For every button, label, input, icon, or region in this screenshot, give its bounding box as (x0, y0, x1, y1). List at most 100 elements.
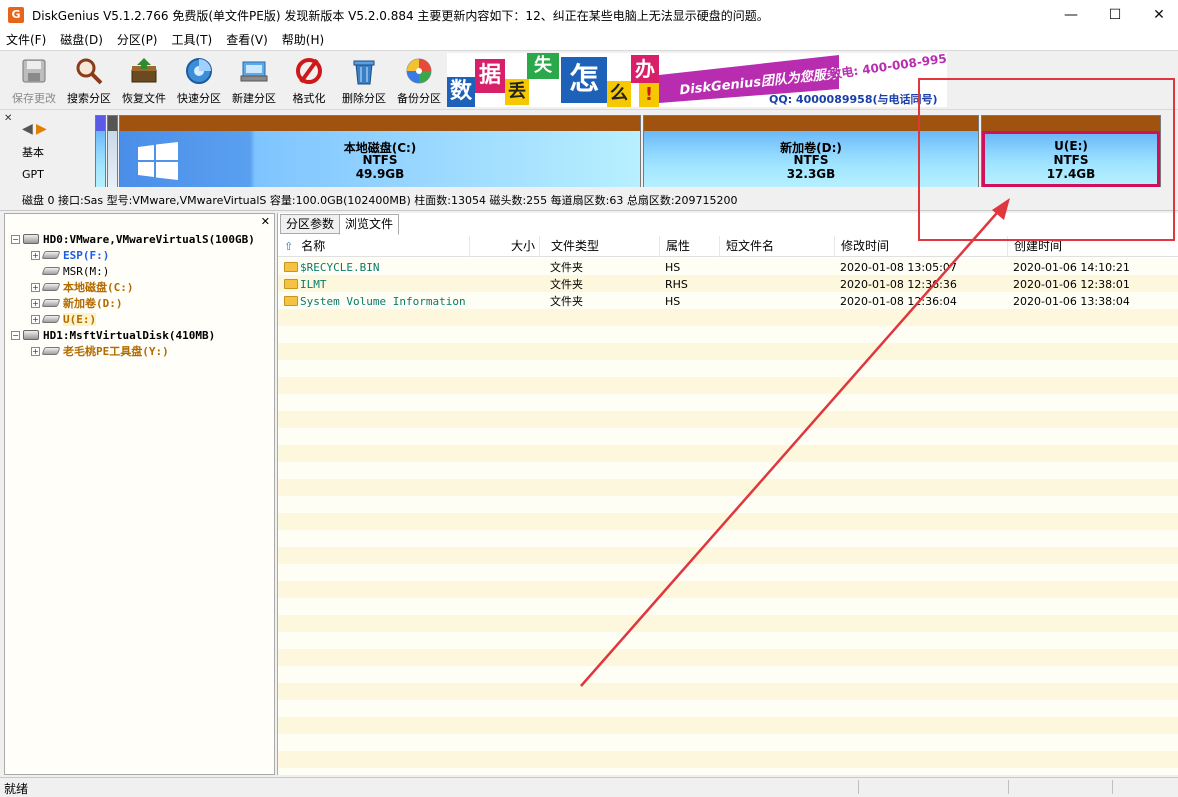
disk-map-area: ✕ ◀ ▶ 基本 GPT 本地磁盘(C:) NTFS 49.9GB 新加卷(D:… (0, 111, 1178, 211)
close-diskmap-icon[interactable]: ✕ (4, 113, 12, 124)
column-size[interactable]: 大小 (470, 236, 540, 257)
new-partition-button[interactable]: 新建分区 (226, 55, 282, 109)
tree-item-d[interactable]: + 新加卷(D:) (31, 295, 123, 311)
menu-tools[interactable]: 工具(T) (165, 30, 220, 50)
banner-ad-panel: DiskGenius团队为您服务 致电: 400-008-9958 QQ: 40… (659, 53, 947, 107)
minimize-button[interactable]: — (1048, 0, 1094, 30)
trash-icon (348, 55, 380, 87)
file-created: 2020-01-06 13:38:04 (1013, 295, 1130, 308)
menu-view[interactable]: 查看(V) (219, 30, 275, 50)
disk-tree-pane: ✕ − HD0:VMware,VMwareVirtualS(100GB) + E… (4, 213, 275, 775)
file-attr: RHS (665, 278, 688, 291)
file-modified: 2020-01-08 12:36:36 (840, 278, 957, 291)
partition-e-size: 17.4GB (1046, 167, 1096, 181)
tree-item-e[interactable]: + U(E:) (31, 311, 97, 327)
partition-d[interactable]: 新加卷(D:) NTFS 32.3GB (643, 115, 979, 187)
column-name[interactable]: ⇧ 名称 (278, 236, 470, 257)
tree-item-c[interactable]: + 本地磁盘(C:) (31, 279, 134, 295)
file-type: 文件夹 (550, 295, 583, 308)
status-bar: 就绪 (0, 777, 1178, 796)
column-type[interactable]: 文件类型 (545, 236, 660, 257)
tree-item-hd1[interactable]: − HD1:MsftVirtualDisk(410MB) (11, 327, 215, 343)
search-partition-label: 搜索分区 (67, 92, 111, 105)
app-icon: G (8, 7, 24, 23)
expand-icon[interactable]: + (31, 314, 40, 324)
format-button[interactable]: 格式化 (281, 55, 337, 109)
column-short-name[interactable]: 短文件名 (720, 236, 835, 257)
tree-item-label: U(E:) (63, 312, 97, 326)
maximize-button[interactable]: ☐ (1092, 0, 1138, 30)
table-row[interactable]: ILMT 文件夹 RHS 2020-01-08 12:36:36 2020-01… (278, 276, 1178, 293)
status-text: 就绪 (4, 782, 29, 796)
search-partition-button[interactable]: 搜索分区 (61, 55, 117, 109)
file-name: $RECYCLE.BIN (284, 259, 379, 276)
table-row[interactable]: $RECYCLE.BIN 文件夹 HS 2020-01-08 13:05:07 … (278, 259, 1178, 276)
file-name: ILMT (284, 276, 327, 293)
collapse-icon[interactable]: − (11, 330, 20, 340)
partition-c[interactable]: 本地磁盘(C:) NTFS 49.9GB (119, 115, 641, 187)
up-folder-icon[interactable]: ⇧ (284, 240, 293, 253)
file-created: 2020-01-06 14:10:21 (1013, 261, 1130, 274)
file-created: 2020-01-06 12:38:01 (1013, 278, 1130, 291)
hard-disk-icon (23, 330, 39, 340)
title-bar: G DiskGenius V5.1.2.766 免费版(单文件PE版) 发现新版… (0, 0, 1178, 30)
file-type: 文件夹 (550, 261, 583, 274)
banner-tile: 数 (447, 77, 475, 107)
tree-item-msr[interactable]: MSR(M:) (31, 263, 109, 279)
table-row[interactable]: System Volume Information 文件夹 HS 2020-01… (278, 293, 1178, 310)
format-label: 格式化 (292, 92, 326, 105)
expand-icon[interactable]: + (31, 282, 40, 292)
save-changes-button[interactable]: 保存更改 (6, 55, 62, 109)
quick-partition-button[interactable]: 快速分区 (171, 55, 227, 109)
column-attr[interactable]: 属性 (660, 236, 720, 257)
disk-style-label: GPT (22, 168, 44, 181)
recover-icon (128, 55, 160, 87)
tree-item-label: HD1:MsftVirtualDisk(410MB) (43, 328, 216, 342)
close-button[interactable]: ✕ (1136, 0, 1178, 30)
collapse-icon[interactable]: − (11, 234, 20, 244)
tree-item-label: HD0:VMware,VMwareVirtualS(100GB) (43, 232, 255, 246)
recover-files-button[interactable]: 恢复文件 (116, 55, 172, 109)
file-list: $RECYCLE.BIN 文件夹 HS 2020-01-08 13:05:07 … (278, 258, 1178, 775)
tree-item-y[interactable]: + 老毛桃PE工具盘(Y:) (31, 343, 169, 359)
file-name: System Volume Information (284, 293, 466, 310)
menu-disk[interactable]: 磁盘(D) (53, 30, 110, 50)
partition-msr[interactable] (107, 115, 118, 187)
tree-item-label: MSR(M:) (63, 264, 110, 278)
ad-banner[interactable]: 数 据 丢 失 怎 么 办 ! DiskGenius团队为您服务 致电: 400… (447, 53, 947, 107)
expand-icon[interactable]: + (31, 346, 40, 356)
partition-c-fs: NTFS (362, 153, 398, 167)
menu-help[interactable]: 帮助(H) (275, 30, 331, 50)
tree-item-hd0[interactable]: − HD0:VMware,VMwareVirtualS(100GB) (11, 231, 255, 247)
tab-partition-params[interactable]: 分区参数 (280, 214, 341, 234)
partition-e[interactable]: U(E:) NTFS 17.4GB (981, 115, 1161, 187)
menu-file[interactable]: 文件(F) (0, 30, 53, 50)
tree-item-label: 本地磁盘(C:) (63, 281, 134, 294)
tab-browse-files[interactable]: 浏览文件 (339, 214, 400, 235)
column-modified[interactable]: 修改时间 (835, 236, 1008, 257)
backup-partition-button[interactable]: 备份分区 (391, 55, 447, 109)
banner-tile: 失 (527, 53, 559, 79)
menu-partition[interactable]: 分区(P) (110, 30, 165, 50)
next-disk-icon[interactable]: ▶ (36, 121, 47, 137)
file-attr: HS (665, 295, 681, 308)
expand-icon[interactable]: + (31, 250, 40, 260)
column-created[interactable]: 创建时间 (1008, 236, 1178, 257)
tree-item-label: 新加卷(D:) (63, 297, 123, 310)
folder-icon (284, 262, 298, 272)
prev-disk-icon[interactable]: ◀ (22, 121, 33, 137)
delete-partition-button[interactable]: 删除分区 (336, 55, 392, 109)
file-type: 文件夹 (550, 278, 583, 291)
backup-partition-label: 备份分区 (397, 92, 441, 105)
hard-disk-icon (23, 234, 39, 244)
window-title: DiskGenius V5.1.2.766 免费版(单文件PE版) 发现新版本 … (32, 8, 769, 23)
file-modified: 2020-01-08 13:05:07 (840, 261, 957, 274)
tree-item-esp[interactable]: + ESP(F:) (31, 247, 109, 263)
status-separator (1008, 780, 1009, 794)
partition-e-fs: NTFS (1053, 153, 1089, 167)
expand-icon[interactable]: + (31, 298, 40, 308)
file-browser-pane: 分区参数 浏览文件 ⇧ 名称 大小 文件类型 属性 短文件名 修改时间 创建时间 … (277, 213, 1178, 775)
partition-esp[interactable] (95, 115, 106, 187)
close-tree-icon[interactable]: ✕ (261, 215, 270, 228)
disk-type-label: 基本 (22, 146, 44, 159)
